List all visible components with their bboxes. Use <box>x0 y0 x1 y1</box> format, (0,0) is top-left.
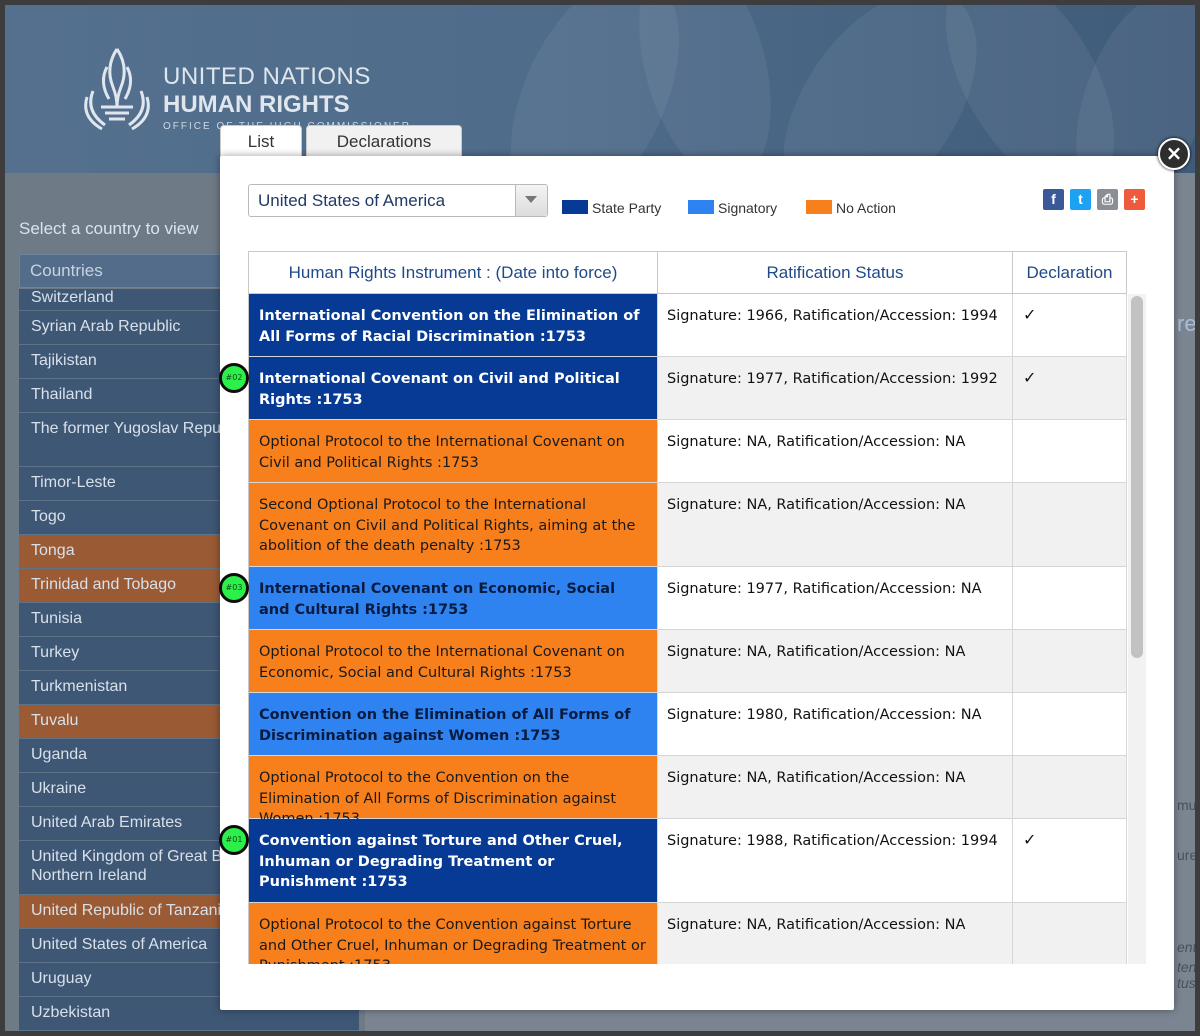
un-human-rights-logo <box>84 48 150 131</box>
ratification-cell: Signature: 1966, Ratification/Accession:… <box>657 294 1013 356</box>
background-text-fragment: ent <box>1177 939 1197 955</box>
annotation-badge: #03 <box>219 573 249 603</box>
annotation-badge: #02 <box>219 363 249 393</box>
close-icon[interactable]: × <box>1158 138 1190 170</box>
background-text-fragment: ten <box>1177 959 1197 975</box>
background-text-fragment: mu <box>1177 797 1197 813</box>
legend-signatory: Signatory <box>688 200 777 218</box>
legend-swatch-no-action <box>806 200 832 214</box>
legend-no-action: No Action <box>806 200 896 218</box>
instrument-cell[interactable]: International Covenant on Economic, Soci… <box>249 567 657 629</box>
table-row: Convention against Torture and Other Cru… <box>249 819 1127 903</box>
legend-swatch-state-party <box>562 200 588 214</box>
plus-icon[interactable]: + <box>1124 189 1145 210</box>
ratification-cell: Signature: NA, Ratification/Accession: N… <box>657 420 1013 482</box>
table-header: Human Rights Instrument : (Date into for… <box>248 251 1127 294</box>
site-banner: UNITED NATIONS HUMAN RIGHTS OFFICE OF TH… <box>5 5 1195 173</box>
instrument-table: International Convention on the Eliminat… <box>248 294 1127 964</box>
legend-label: State Party <box>592 200 662 216</box>
table-row: International Covenant on Economic, Soci… <box>249 567 1127 630</box>
declaration-cell <box>1013 756 1127 818</box>
declaration-cell <box>1013 693 1127 755</box>
table-row: Second Optional Protocol to the Internat… <box>249 483 1127 567</box>
column-header-instrument: Human Rights Instrument : (Date into for… <box>249 252 658 293</box>
declaration-cell <box>1013 420 1127 482</box>
twitter-icon[interactable]: t <box>1070 189 1091 210</box>
table-row: Optional Protocol to the International C… <box>249 420 1127 483</box>
background-text-fragment: re <box>1177 311 1197 336</box>
instrument-cell[interactable]: Convention against Torture and Other Cru… <box>249 819 657 902</box>
tab-list[interactable]: List <box>220 125 302 159</box>
select-country-prompt: Select a country to view <box>19 219 199 238</box>
scrollbar-thumb[interactable] <box>1131 296 1143 658</box>
instrument-cell[interactable]: International Covenant on Civil and Poli… <box>249 357 657 419</box>
declaration-cell: ✓ <box>1013 294 1127 356</box>
background-text-fragment: ure <box>1177 847 1198 863</box>
table-row: Optional Protocol to the International C… <box>249 630 1127 693</box>
ratification-cell: Signature: NA, Ratification/Accession: N… <box>657 483 1013 566</box>
annotation-badge: #01 <box>219 825 249 855</box>
country-select[interactable]: United States of America <box>248 184 548 217</box>
ratification-cell: Signature: 1980, Ratification/Accession:… <box>657 693 1013 755</box>
org-name-line1: UNITED NATIONS <box>163 63 371 90</box>
print-icon[interactable]: ⎙ <box>1097 189 1118 210</box>
chevron-down-icon <box>525 196 537 203</box>
table-row: Convention on the Elimination of All For… <box>249 693 1127 756</box>
instrument-cell[interactable]: International Convention on the Eliminat… <box>249 294 657 356</box>
legend-label: Signatory <box>718 200 778 216</box>
ratification-cell: Signature: NA, Ratification/Accession: N… <box>657 630 1013 692</box>
country-select-value: United States of America <box>258 191 446 210</box>
ratification-cell: Signature: 1977, Ratification/Accession:… <box>657 567 1013 629</box>
declaration-cell <box>1013 567 1127 629</box>
column-header-ratification: Ratification Status <box>658 252 1013 293</box>
declaration-cell <box>1013 483 1127 566</box>
instrument-cell[interactable]: Convention on the Elimination of All For… <box>249 693 657 755</box>
ratification-cell: Signature: 1977, Ratification/Accession:… <box>657 357 1013 419</box>
ratification-cell: Signature: 1988, Ratification/Accession:… <box>657 819 1013 902</box>
ratification-cell: Signature: NA, Ratification/Accession: N… <box>657 756 1013 818</box>
declaration-cell: ✓ <box>1013 819 1127 902</box>
instrument-cell[interactable]: Optional Protocol to the International C… <box>249 420 657 482</box>
column-header-declaration: Declaration <box>1026 263 1113 282</box>
dropdown-button[interactable] <box>515 185 547 216</box>
declaration-cell: ✓ <box>1013 357 1127 419</box>
ratification-cell: Signature: NA, Ratification/Accession: N… <box>657 903 1013 964</box>
declaration-cell <box>1013 630 1127 692</box>
facebook-icon[interactable]: f <box>1043 189 1064 210</box>
table-row: International Covenant on Civil and Poli… <box>249 357 1127 420</box>
table-scrollbar[interactable] <box>1128 294 1146 964</box>
legend-state-party: State Party <box>562 200 661 218</box>
instrument-cell[interactable]: Optional Protocol to the International C… <box>249 630 657 692</box>
legend-swatch-signatory <box>688 200 714 214</box>
table-row: Optional Protocol to the Convention on t… <box>249 756 1127 827</box>
instrument-cell[interactable]: Second Optional Protocol to the Internat… <box>249 483 657 566</box>
legend-label: No Action <box>836 200 896 216</box>
tab-declarations[interactable]: Declarations <box>306 125 462 157</box>
table-row: Optional Protocol to the Convention agai… <box>249 903 1127 964</box>
instrument-cell[interactable]: Optional Protocol to the Convention on t… <box>249 756 657 827</box>
table-row: International Convention on the Eliminat… <box>249 294 1127 357</box>
instrument-cell[interactable]: Optional Protocol to the Convention agai… <box>249 903 657 964</box>
background-text-fragment: tus <box>1177 975 1196 991</box>
declaration-cell <box>1013 903 1127 964</box>
org-name-line2: HUMAN RIGHTS <box>163 91 350 118</box>
